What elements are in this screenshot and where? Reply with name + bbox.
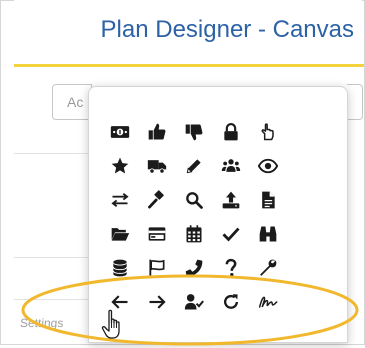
signature-icon[interactable] — [249, 285, 286, 319]
icon-grid — [101, 115, 286, 319]
users-icon[interactable] — [212, 149, 249, 183]
icon-picker-popover — [88, 86, 348, 343]
app-header: Plan Designer - Canvas — [14, 0, 362, 66]
settings-label: Settings — [19, 316, 64, 330]
calendar-icon[interactable] — [175, 217, 212, 251]
panel-divider — [14, 257, 94, 258]
exchange-arrows-icon[interactable] — [101, 183, 138, 217]
redo-icon[interactable] — [212, 285, 249, 319]
gavel-icon[interactable] — [138, 183, 175, 217]
user-check-icon[interactable] — [175, 285, 212, 319]
thumbs-down-icon[interactable] — [175, 115, 212, 149]
flag-icon[interactable] — [138, 251, 175, 285]
binoculars-icon[interactable] — [249, 217, 286, 251]
panel-divider — [14, 153, 94, 154]
page-title: Plan Designer - Canvas — [100, 16, 354, 43]
thumbs-up-icon[interactable] — [138, 115, 175, 149]
pointer-hand-icon[interactable] — [249, 115, 286, 149]
search-icon[interactable] — [175, 183, 212, 217]
wrench-icon[interactable] — [249, 251, 286, 285]
file-icon[interactable] — [249, 183, 286, 217]
search-input[interactable]: Ac — [52, 84, 92, 120]
star-icon[interactable] — [101, 149, 138, 183]
pencil-icon[interactable] — [175, 149, 212, 183]
question-icon[interactable] — [212, 251, 249, 285]
search-input-value: Ac — [67, 94, 84, 110]
upload-icon[interactable] — [212, 183, 249, 217]
truck-icon[interactable] — [138, 149, 175, 183]
phone-icon[interactable] — [175, 251, 212, 285]
credit-card-icon[interactable] — [138, 217, 175, 251]
input-addon[interactable] — [347, 84, 363, 120]
arrow-right-icon[interactable] — [138, 285, 175, 319]
panel-divider — [14, 299, 94, 300]
eye-icon[interactable] — [249, 149, 286, 183]
database-icon[interactable] — [101, 251, 138, 285]
arrow-left-icon[interactable] — [101, 285, 138, 319]
money-bill-icon[interactable] — [101, 115, 138, 149]
check-icon[interactable] — [212, 217, 249, 251]
folder-open-icon[interactable] — [101, 217, 138, 251]
lock-icon[interactable] — [212, 115, 249, 149]
